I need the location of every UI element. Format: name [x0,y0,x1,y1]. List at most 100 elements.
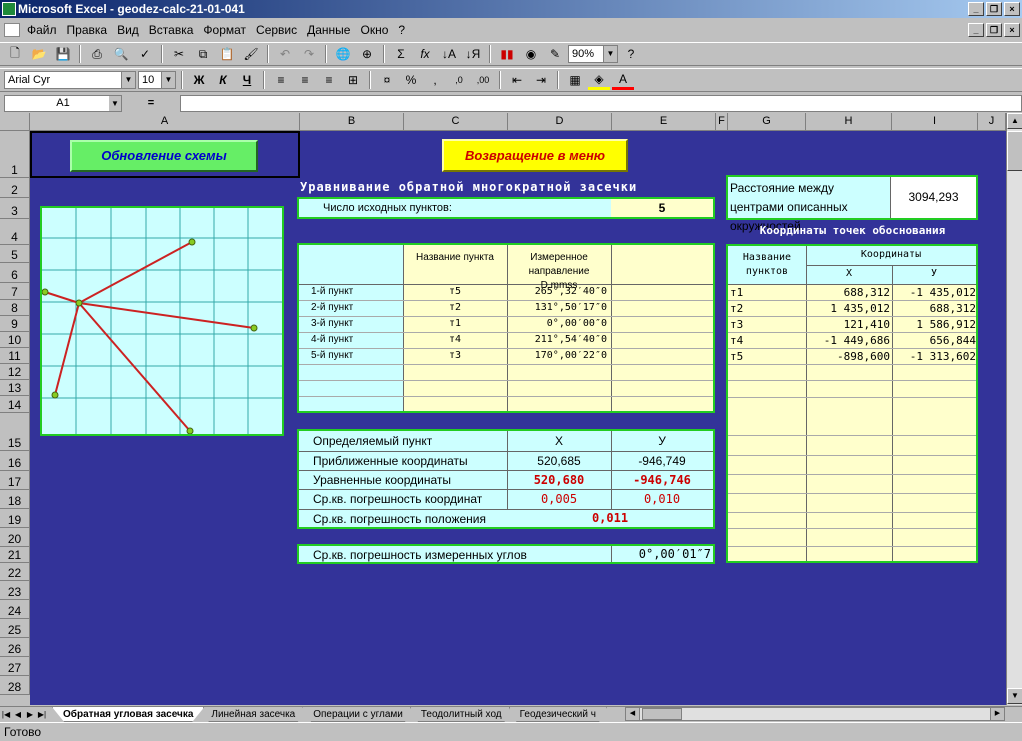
menu-file[interactable]: Файл [22,23,62,37]
row-header[interactable]: 7 [0,283,30,300]
print-icon[interactable]: ⎙ [86,44,108,64]
cut-icon[interactable]: ✂ [168,44,190,64]
coords-row-y[interactable]: 656,844 [892,334,976,347]
increase-decimal-icon[interactable]: ,0 [448,70,470,90]
column-header-a[interactable]: A [30,113,300,131]
paste-icon[interactable]: 📋 [216,44,238,64]
obs-row-name[interactable]: т5 [403,286,507,297]
coords-row-y[interactable]: -1 435,012 [892,286,976,299]
doc-close-button[interactable]: × [1004,23,1020,37]
row-header[interactable]: 26 [0,638,30,657]
obs-row-name[interactable]: т2 [403,302,507,313]
copy-icon[interactable]: ⧉ [192,44,214,64]
save-icon[interactable]: 💾 [52,44,74,64]
redo-icon[interactable]: ↷ [298,44,320,64]
borders-icon[interactable]: ▦ [564,70,586,90]
fill-color-icon[interactable]: ◈ [588,70,610,90]
scroll-thumb[interactable] [1007,131,1022,171]
prev-sheet-icon[interactable]: ◀ [12,708,24,721]
column-header-g[interactable]: G [728,113,806,131]
zoom-select[interactable]: 90% ▼ [568,45,618,63]
scroll-down-icon[interactable]: ▼ [1007,688,1022,704]
chart-wizard-icon[interactable]: ▮▮ [496,44,518,64]
chevron-down-icon[interactable]: ▼ [603,46,617,62]
hyperlink-icon[interactable]: 🌐 [332,44,354,64]
italic-icon[interactable]: К [212,70,234,90]
web-toolbar-icon[interactable]: ⊕ [356,44,378,64]
percent-icon[interactable]: % [400,70,422,90]
back-to-menu-button[interactable]: Возвращение в меню [442,139,628,172]
comma-style-icon[interactable]: , [424,70,446,90]
autosum-icon[interactable]: Σ [390,44,412,64]
row-header[interactable]: 27 [0,657,30,676]
row-header[interactable]: 1 [0,131,30,178]
new-file-icon[interactable]: 🗋 [4,44,26,64]
row-header[interactable]: 17 [0,471,30,490]
row-header[interactable]: 4 [0,219,30,245]
sort-ascending-icon[interactable]: ↓A [438,44,460,64]
currency-icon[interactable]: ¤ [376,70,398,90]
coords-row-name[interactable]: т1 [730,286,743,299]
menu-insert[interactable]: Вставка [144,23,199,37]
coords-row-y[interactable]: -1 313,602 [892,350,976,363]
align-right-icon[interactable]: ≡ [318,70,340,90]
row-header[interactable]: 24 [0,600,30,619]
drawing-icon[interactable]: ✎ [544,44,566,64]
row-header[interactable]: 8 [0,300,30,316]
row-header[interactable]: 25 [0,619,30,638]
coords-row-name[interactable]: т4 [730,334,743,347]
obs-row-name[interactable]: т4 [403,334,507,345]
chevron-down-icon[interactable]: ▼ [109,95,121,111]
column-header-e[interactable]: E [612,113,716,131]
row-header[interactable]: 9 [0,316,30,332]
column-header-h[interactable]: H [806,113,892,131]
sort-descending-icon[interactable]: ↓Я [462,44,484,64]
menu-format[interactable]: Формат [198,23,251,37]
row-header[interactable]: 20 [0,528,30,547]
undo-icon[interactable]: ↶ [274,44,296,64]
sheet-tab-active[interactable]: Обратная угловая засечка [52,707,205,722]
formula-input[interactable] [180,94,1022,112]
coords-row-y[interactable]: 688,312 [892,302,976,315]
decrease-indent-icon[interactable]: ⇤ [506,70,528,90]
coords-row-name[interactable]: т3 [730,318,743,331]
menu-edit[interactable]: Правка [62,23,113,37]
menu-view[interactable]: Вид [112,23,144,37]
map-icon[interactable]: ◉ [520,44,542,64]
next-sheet-icon[interactable]: ▶ [24,708,36,721]
obs-row-name[interactable]: т3 [403,350,507,361]
row-header[interactable]: 2 [0,178,30,198]
print-preview-icon[interactable]: 🔍 [110,44,132,64]
obs-row-name[interactable]: т1 [403,318,507,329]
coords-row-x[interactable]: 1 435,012 [806,302,890,315]
column-header-i[interactable]: I [892,113,978,131]
column-header-f[interactable]: F [716,113,728,131]
hscroll-thumb[interactable] [642,708,682,720]
scroll-up-icon[interactable]: ▲ [1007,113,1022,129]
row-header[interactable]: 19 [0,509,30,528]
column-header-j[interactable]: J [978,113,1006,131]
chevron-down-icon[interactable]: ▼ [161,72,175,88]
restore-button[interactable]: ❐ [986,2,1002,16]
column-header-c[interactable]: C [404,113,508,131]
row-header[interactable]: 12 [0,364,30,380]
menu-data[interactable]: Данные [302,23,355,37]
font-color-icon[interactable]: A [612,70,634,90]
row-header[interactable]: 21 [0,547,30,563]
coords-row-name[interactable]: т2 [730,302,743,315]
coords-row-name[interactable]: т5 [730,350,743,363]
select-all-corner[interactable] [0,113,30,131]
scroll-right-icon[interactable]: ▶ [990,708,1004,720]
underline-icon[interactable]: Ч [236,70,258,90]
refresh-scheme-button[interactable]: Обновление схемы [70,140,258,172]
source-count-value[interactable]: 5 [611,199,713,217]
decrease-decimal-icon[interactable]: ,00 [472,70,494,90]
align-left-icon[interactable]: ≡ [270,70,292,90]
menu-tools[interactable]: Сервис [251,23,302,37]
row-header[interactable]: 28 [0,676,30,695]
obs-row-direction[interactable]: 170°,00′22″0 [507,350,607,361]
obs-row-direction[interactable]: 211°,54′40″0 [507,334,607,345]
bold-icon[interactable]: Ж [188,70,210,90]
document-icon[interactable] [4,23,20,37]
row-header[interactable]: 11 [0,348,30,364]
